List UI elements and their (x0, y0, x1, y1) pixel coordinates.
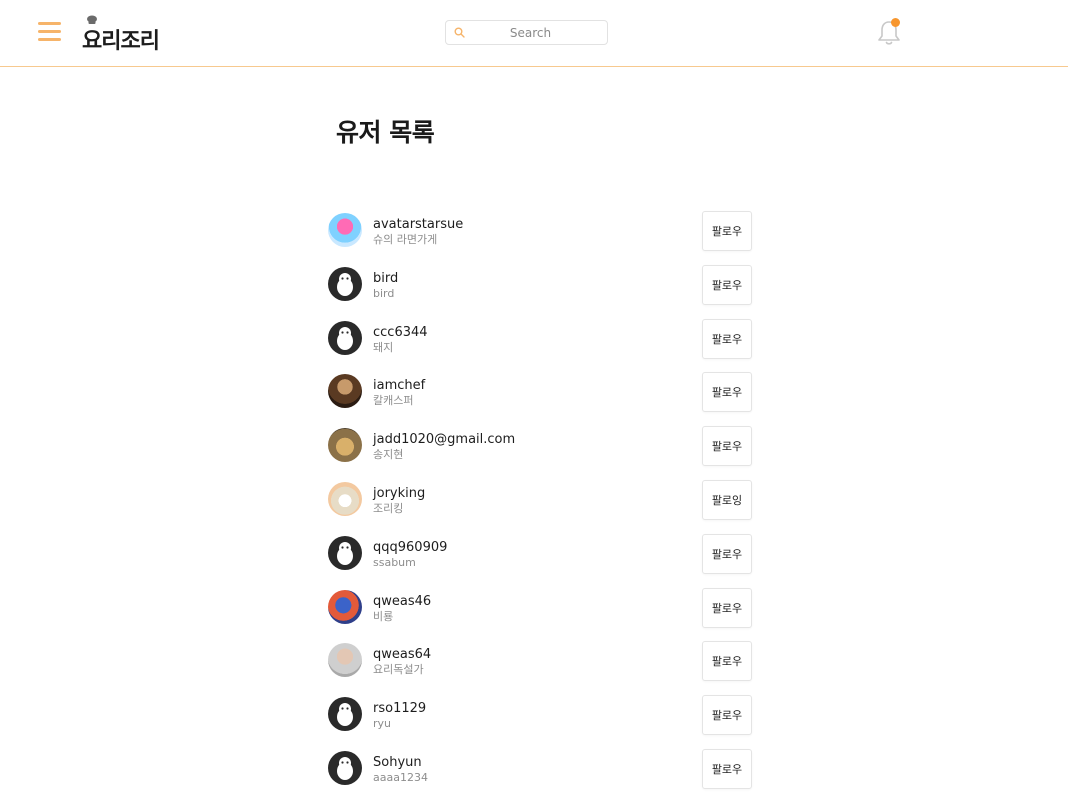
follow-button[interactable]: 팔로우 (702, 587, 752, 628)
follow-button[interactable]: 팔로우 (702, 426, 752, 467)
user-info: rso1129 ryu (373, 701, 426, 732)
username[interactable]: jadd1020@gmail.com (373, 432, 515, 447)
user-row: iamchef 칼캐스퍼 팔로우 (326, 365, 756, 419)
nickname: 칼캐스퍼 (373, 394, 414, 408)
notification-button[interactable] (876, 17, 904, 47)
search-box[interactable] (445, 20, 608, 45)
user-row: rso1129 ryu 팔로우 (326, 688, 756, 742)
user-avatar[interactable] (328, 320, 362, 355)
username[interactable]: rso1129 (373, 701, 426, 716)
follow-button[interactable]: 팔로우 (702, 641, 752, 682)
user-info: bird bird (373, 271, 398, 302)
user-info: avatarstarsue 슈의 라면가게 (373, 217, 463, 248)
user-avatar[interactable] (328, 428, 362, 463)
nickname: aaaa1234 (373, 770, 428, 784)
page-title: 유저 목록 (336, 118, 435, 147)
user-avatar[interactable] (328, 266, 362, 301)
follow-button[interactable]: 팔로우 (702, 372, 752, 413)
logo-text: 요리조리 (82, 29, 160, 54)
follow-button[interactable]: 팔로우 (702, 748, 752, 789)
username[interactable]: ccc6344 (373, 325, 428, 340)
user-info: jadd1020@gmail.com 송지현 (373, 432, 515, 463)
nickname: 슈의 라면가게 (373, 233, 438, 246)
menu-icon-bar (38, 22, 61, 25)
username[interactable]: qweas64 (373, 647, 431, 662)
notification-badge (891, 18, 900, 27)
menu-icon-bar (38, 38, 61, 41)
user-avatar[interactable] (328, 750, 362, 785)
user-avatar[interactable] (328, 481, 362, 516)
username[interactable]: joryking (373, 486, 425, 501)
user-avatar[interactable] (328, 535, 362, 570)
user-row: bird bird 팔로우 (326, 258, 756, 312)
user-info: iamchef 칼캐스퍼 (373, 378, 425, 409)
user-row: avatarstarsue 슈의 라면가게 팔로우 (326, 204, 756, 258)
user-row: ccc6344 돼지 팔로우 (326, 312, 756, 366)
default-avatar-icon (337, 703, 353, 727)
user-avatar[interactable] (328, 589, 362, 624)
follow-button[interactable]: 팔로우 (702, 533, 752, 574)
follow-button[interactable]: 팔로우 (702, 211, 752, 251)
user-info: joryking 조리킹 (373, 486, 425, 517)
username[interactable]: avatarstarsue (373, 217, 463, 232)
user-list: avatarstarsue 슈의 라면가게 팔로우 bird bird 팔로우 (326, 204, 756, 796)
user-info: qqq960909 ssabum (373, 540, 447, 571)
default-avatar-icon (337, 541, 353, 565)
username[interactable]: Sohyun (373, 755, 428, 770)
default-avatar-icon (337, 756, 353, 780)
nickname: 송지현 (373, 448, 404, 462)
nickname: ssabum (373, 555, 416, 569)
user-row: jadd1020@gmail.com 송지현 팔로우 (326, 419, 756, 473)
follow-button[interactable]: 팔로우 (702, 264, 752, 305)
default-avatar-icon (337, 326, 353, 350)
user-row: qweas46 비룡 팔로우 (326, 581, 756, 635)
search-icon (454, 27, 465, 38)
user-row: qqq960909 ssabum 팔로우 (326, 527, 756, 581)
nickname: ryu (373, 717, 392, 731)
username[interactable]: iamchef (373, 378, 425, 393)
menu-icon[interactable] (38, 21, 61, 43)
default-avatar-icon (337, 272, 353, 296)
user-row: Sohyun aaaa1234 팔로우 (326, 742, 756, 796)
username[interactable]: qqq960909 (373, 540, 447, 555)
user-info: ccc6344 돼지 (373, 325, 428, 356)
nickname: 돼지 (373, 340, 394, 354)
nickname: 조리킹 (373, 501, 404, 515)
user-row: joryking 조리킹 팔로잉 (326, 473, 756, 527)
user-avatar[interactable] (328, 374, 362, 409)
user-row: qweas64 요리독설가 팔로우 (326, 634, 756, 688)
menu-icon-bar (38, 30, 61, 33)
search-input[interactable] (468, 23, 593, 42)
nickname: 비룡 (373, 609, 394, 623)
follow-button[interactable]: 팔로우 (702, 318, 752, 359)
username[interactable]: qweas46 (373, 594, 431, 609)
username[interactable]: bird (373, 271, 398, 286)
user-info: qweas46 비룡 (373, 594, 431, 625)
top-header: 요리조리 (0, 0, 1068, 67)
user-info: Sohyun aaaa1234 (373, 755, 428, 786)
user-avatar[interactable] (328, 697, 362, 732)
nickname: 요리독설가 (373, 663, 424, 677)
nickname: bird (373, 286, 395, 300)
follow-button[interactable]: 팔로우 (702, 695, 752, 736)
user-avatar[interactable] (328, 213, 362, 247)
user-info: qweas64 요리독설가 (373, 647, 431, 678)
user-avatar[interactable] (328, 643, 362, 678)
following-button[interactable]: 팔로잉 (702, 479, 752, 520)
